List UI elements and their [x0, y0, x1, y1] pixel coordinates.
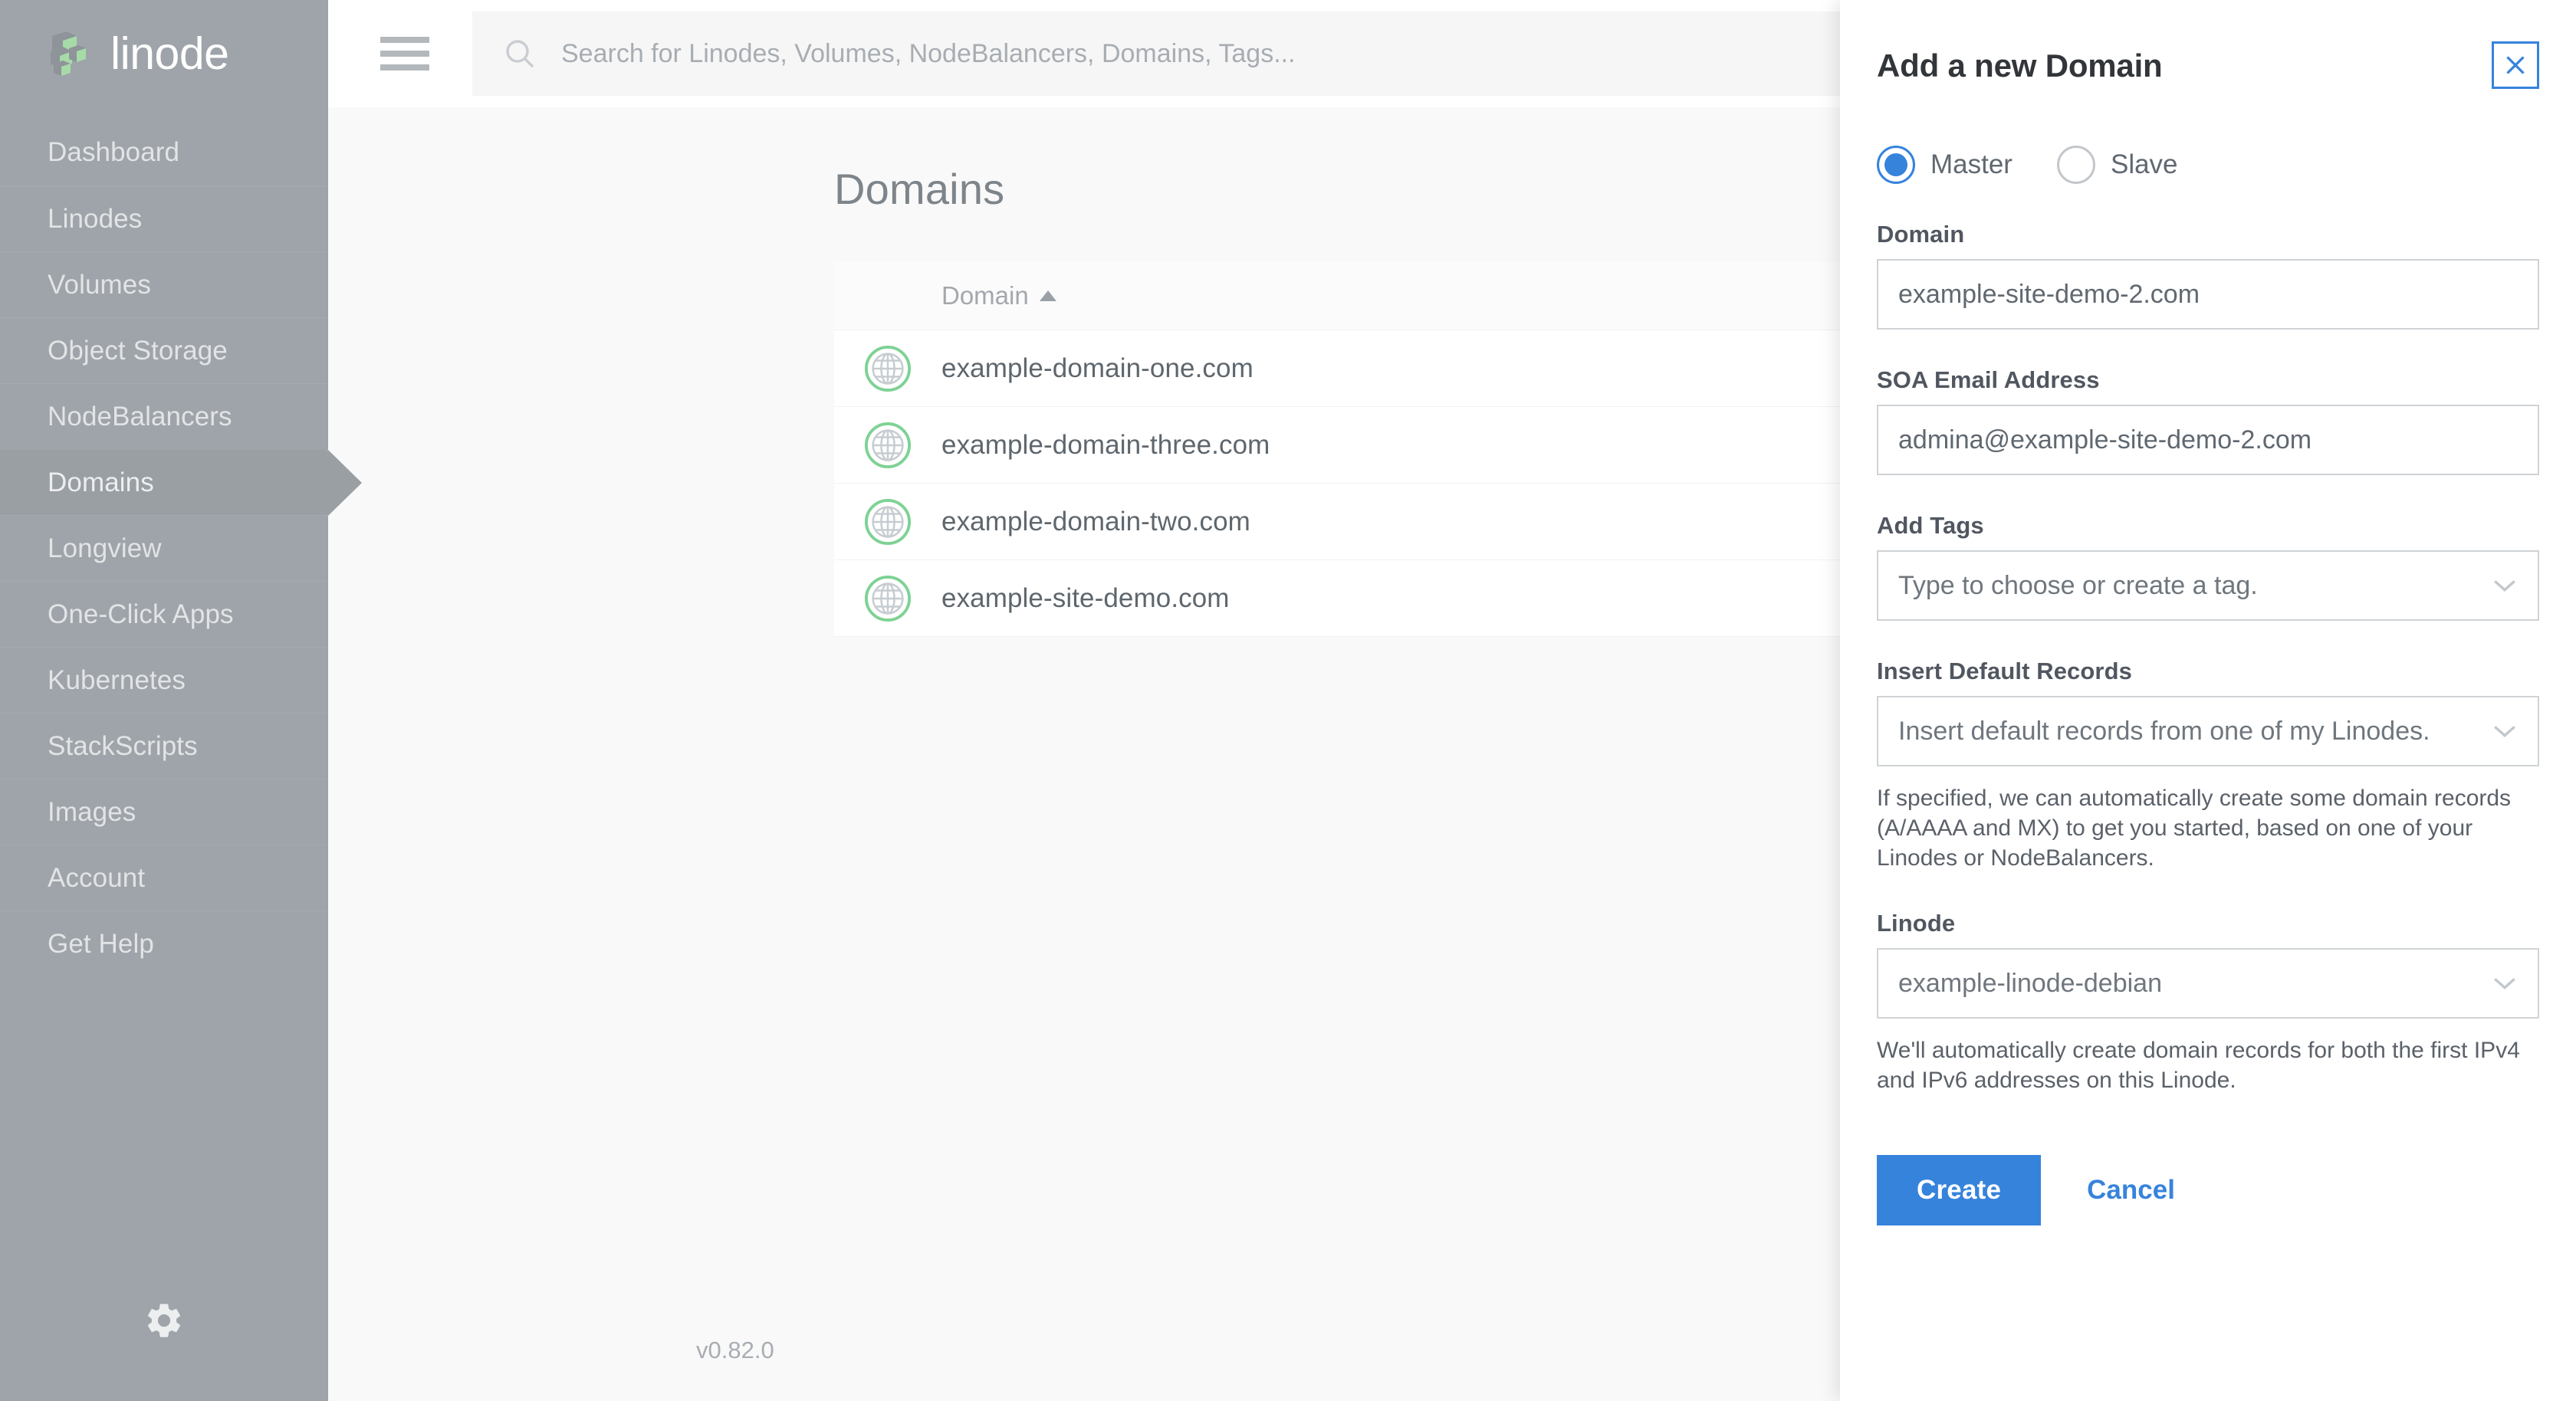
sidebar-item-nodebalancers[interactable]: NodeBalancers: [0, 383, 328, 449]
sidebar-item-label: Kubernetes: [48, 664, 186, 695]
sidebar-item-label: Volumes: [48, 269, 151, 300]
sidebar-item-get-help[interactable]: Get Help: [0, 910, 328, 976]
sidebar-item-label: Object Storage: [48, 335, 228, 366]
radio-master[interactable]: Master: [1877, 146, 2013, 184]
domain-field-label: Domain: [1877, 221, 1965, 248]
globe-icon-cell: [834, 345, 941, 392]
linode-cubes-logo-icon: [46, 28, 94, 79]
chevron-down-icon: [2492, 578, 2518, 593]
add-tags-select[interactable]: Type to choose or create a tag.: [1877, 550, 2539, 621]
chevron-down-icon: [2492, 976, 2518, 991]
chevron-down-icon: [2492, 723, 2518, 739]
sidebar-item-kubernetes[interactable]: Kubernetes: [0, 647, 328, 713]
add-tags-value: Type to choose or create a tag.: [1898, 570, 2258, 600]
sidebar-item-label: Domains: [48, 467, 154, 497]
radio-slave-indicator: [2056, 146, 2095, 184]
globe-icon: [864, 575, 912, 622]
domain-name: example-domain-two.com: [941, 506, 1250, 536]
insert-default-records-select[interactable]: Insert default records from one of my Li…: [1877, 696, 2539, 766]
hamburger-bar: [380, 51, 429, 57]
linode-field-label: Linode: [1877, 910, 1956, 937]
domain-input[interactable]: [1898, 279, 2518, 310]
add-tags-field-label: Add Tags: [1877, 512, 1984, 539]
sidebar-item-label: Dashboard: [48, 137, 180, 167]
insert-default-records-value: Insert default records from one of my Li…: [1898, 716, 2430, 746]
add-tags-field-group: Add Tags Type to choose or create a tag.: [1877, 512, 2539, 621]
hamburger-bar: [380, 64, 429, 71]
domain-field-group: Domain: [1877, 221, 2539, 330]
sidebar-item-linodes[interactable]: Linodes: [0, 185, 328, 251]
hamburger-menu-icon[interactable]: [380, 37, 429, 71]
sidebar-item-label: Account: [48, 862, 146, 893]
globe-icon-cell: [834, 422, 941, 469]
radio-master-label: Master: [1930, 149, 2013, 179]
insert-default-records-field-group: Insert Default Records Insert default re…: [1877, 658, 2539, 873]
gear-icon[interactable]: [143, 1300, 185, 1341]
hamburger-bar: [380, 37, 429, 43]
globe-icon: [864, 422, 912, 469]
sort-asc-icon: [1039, 290, 1056, 301]
globe-icon-cell: [834, 498, 941, 546]
brand-logo[interactable]: linode: [0, 0, 328, 107]
sidebar-item-longview[interactable]: Longview: [0, 515, 328, 581]
app-root: linode Dashboard Linodes Volumes Object …: [0, 0, 2576, 1401]
add-domain-drawer: Add a new Domain Master Slave Domain exa…: [1840, 0, 2576, 1401]
sidebar-item-volumes[interactable]: Volumes: [0, 251, 328, 317]
sidebar-item-label: Linodes: [48, 203, 143, 234]
domain-name: example-domain-one.com: [941, 353, 1254, 383]
sidebar-item-object-storage[interactable]: Object Storage: [0, 317, 328, 383]
linode-select[interactable]: example-linode-debian: [1877, 948, 2539, 1019]
globe-icon: [864, 498, 912, 546]
drawer-actions: Create Cancel: [1877, 1155, 2539, 1225]
sidebar-item-domains[interactable]: Domains: [0, 449, 362, 516]
soa-email-input[interactable]: [1898, 425, 2518, 455]
linode-field-group: Linode example-linode-debian We'll autom…: [1877, 910, 2539, 1095]
drawer-header: Add a new Domain: [1877, 0, 2539, 89]
page-title: Domains: [834, 165, 1005, 213]
radio-master-indicator: [1877, 146, 1915, 184]
sidebar-item-label: Images: [48, 796, 136, 827]
sidebar-item-label: NodeBalancers: [48, 401, 232, 431]
domain-name: example-domain-three.com: [941, 429, 1270, 460]
linode-value: example-linode-debian: [1898, 968, 2163, 998]
close-icon[interactable]: [2492, 41, 2539, 89]
column-header-label: Domain: [941, 281, 1029, 310]
sidebar-item-label: StackScripts: [48, 730, 198, 761]
sidebar-footer: [0, 1240, 328, 1401]
globe-icon: [864, 345, 912, 392]
search-icon: [501, 35, 538, 72]
domain-name: example-site-demo.com: [941, 582, 1230, 613]
sidebar-item-stackscripts[interactable]: StackScripts: [0, 713, 328, 779]
sidebar: linode Dashboard Linodes Volumes Object …: [0, 0, 362, 1401]
sidebar-item-label: Longview: [48, 533, 162, 563]
sidebar-item-dashboard[interactable]: Dashboard: [0, 120, 328, 185]
brand-name: linode: [110, 28, 229, 79]
cancel-button[interactable]: Cancel: [2053, 1155, 2209, 1225]
soa-email-input-box[interactable]: [1877, 405, 2539, 475]
sidebar-item-one-click-apps[interactable]: One-Click Apps: [0, 581, 328, 647]
sidebar-nav: Dashboard Linodes Volumes Object Storage…: [0, 120, 362, 976]
soa-email-field-label: SOA Email Address: [1877, 366, 2100, 393]
app-version: v0.82.0: [696, 1337, 774, 1363]
radio-slave-label: Slave: [2110, 149, 2178, 179]
domain-input-box[interactable]: [1877, 259, 2539, 330]
sidebar-item-account[interactable]: Account: [0, 845, 328, 910]
insert-default-records-helper: If specified, we can automatically creat…: [1877, 786, 2512, 871]
column-header-domain[interactable]: Domain: [834, 281, 1056, 310]
insert-default-records-label: Insert Default Records: [1877, 658, 2132, 684]
globe-icon-cell: [834, 575, 941, 622]
drawer-title: Add a new Domain: [1877, 48, 2163, 84]
sidebar-item-images[interactable]: Images: [0, 779, 328, 845]
radio-slave[interactable]: Slave: [2056, 146, 2178, 184]
create-button[interactable]: Create: [1877, 1155, 2042, 1225]
domain-type-radio-group: Master Slave: [1877, 146, 2539, 184]
sidebar-item-label: Get Help: [48, 928, 154, 959]
sidebar-item-label: One-Click Apps: [48, 599, 234, 629]
linode-helper: We'll automatically create domain record…: [1877, 1038, 2520, 1093]
soa-email-field-group: SOA Email Address: [1877, 366, 2539, 475]
